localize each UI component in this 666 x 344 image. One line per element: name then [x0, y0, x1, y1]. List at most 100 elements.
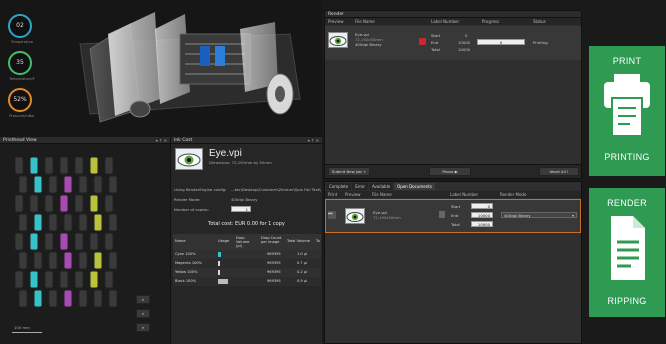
total-volume: 0.7 µl: [297, 261, 308, 265]
zoom-fit-button[interactable]: ⌕: [136, 323, 150, 332]
total-volume: 0.2 µl: [297, 270, 308, 274]
copies-label: Number of copies:: [174, 207, 209, 212]
machine-view: 02 Temperature 35 Temperature/F 52% Pres…: [0, 0, 322, 137]
gauge-value: 02: [16, 22, 24, 29]
drop-count: 969395: [267, 252, 281, 256]
end-label: End: [451, 213, 459, 218]
printhead-module: [78, 251, 88, 270]
zoom-in-button[interactable]: ⌕: [136, 295, 150, 304]
printhead-module: [108, 251, 118, 270]
search-icon: ⌕: [141, 325, 145, 330]
printhead-module: [59, 194, 69, 213]
print-toggle[interactable]: ⏮: [328, 211, 336, 219]
printhead-module: [89, 194, 99, 213]
print-label: PRINT: [612, 56, 642, 66]
printhead-module: [93, 213, 103, 232]
document-tabs: Complete Error Available Open Documents: [326, 183, 436, 190]
pause-button[interactable]: Pause ▶: [429, 167, 471, 176]
tab-available[interactable]: Available: [369, 183, 394, 190]
printhead-module: [74, 194, 84, 213]
printhead-module: [93, 175, 103, 194]
ink-name: Magenta 100%: [175, 261, 203, 265]
total-cost: Total cost: EUR 0.00 for 1 copy: [208, 221, 285, 227]
panel-controls[interactable]: ▾ ↑ ✕: [308, 137, 319, 144]
render-panel: Render Preview File Name Label Number Pr…: [324, 10, 582, 179]
printhead-module: [44, 232, 54, 251]
printhead-module: [59, 270, 69, 289]
printhead-module: [89, 232, 99, 251]
panel-header: Printhead View ▾ ↑ ✕: [0, 137, 170, 144]
start-label: Start: [431, 33, 441, 38]
printhead-module: [74, 232, 84, 251]
copies-input[interactable]: 1: [231, 206, 251, 212]
total-input[interactable]: 10000: [471, 221, 493, 227]
document-row[interactable]: ⏮ Eye.vpi 72,192x50mm Start 0 End 10000 …: [325, 199, 581, 233]
printhead-module: [44, 270, 54, 289]
panel-controls[interactable]: ▾ ↑ ✕: [156, 137, 167, 144]
gauge-label: Temperature: [10, 40, 34, 44]
end-input[interactable]: 10000: [471, 212, 493, 218]
render-button[interactable]: RENDER RIPPING: [589, 188, 665, 317]
progress-bar: 0: [477, 39, 525, 45]
total-volume: 1.0 µl: [297, 252, 308, 256]
printhead-module: [89, 270, 99, 289]
printhead-module: [15, 232, 24, 251]
render-job-row[interactable]: Eye.vpi 72,192x50mm 400dpi Binary Start …: [325, 26, 581, 60]
table-row: Cyan 100% 969395 1.0 µl: [173, 250, 321, 259]
printhead-layout: [15, 157, 118, 308]
column-header: Name: [175, 239, 186, 243]
printhead-module: [78, 175, 88, 194]
document-icon: [611, 216, 645, 280]
table-row: Yellow 100% 969395 0.2 µl: [173, 268, 321, 277]
column-header: Preview: [345, 192, 361, 197]
plus-icon: +: [363, 169, 367, 174]
render-label: RENDER: [607, 198, 647, 208]
printhead-module: [44, 157, 54, 175]
printhead-module: [104, 232, 114, 251]
printhead-module: [29, 232, 39, 251]
abort-label: Abort All: [549, 169, 566, 174]
printhead-module: [48, 175, 58, 194]
eye-thumbnail: [175, 148, 203, 170]
tab-complete[interactable]: Complete: [326, 183, 352, 190]
printhead-module: [15, 270, 24, 289]
zoom-out-button[interactable]: ⌕: [136, 309, 150, 318]
drop-count: 969395: [267, 270, 281, 274]
start-input[interactable]: 0: [471, 203, 493, 209]
printhead-module: [93, 289, 103, 308]
printhead-module: [29, 270, 39, 289]
printhead-module: [63, 289, 73, 308]
ink-name: Cyan 100%: [175, 252, 196, 256]
printhead-module: [18, 213, 28, 232]
printhead-module: [108, 213, 118, 232]
total-label: Total: [451, 222, 460, 227]
total-value: 10000: [458, 47, 471, 52]
submit-new-job-button[interactable]: Submit New Job +: [328, 167, 370, 176]
printhead-module: [48, 213, 58, 232]
play-icon: ▶: [454, 169, 458, 174]
config-label: Using RenderEngine config:: [174, 187, 227, 192]
print-button[interactable]: PRINT PRINTING: [589, 46, 665, 176]
printhead-module: [29, 194, 39, 213]
column-header: Label Number: [431, 19, 460, 24]
drop-count: 969395: [267, 261, 281, 265]
render-mode-select[interactable]: 400dpi Binary ▾: [501, 212, 577, 218]
tab-error[interactable]: Error: [352, 183, 369, 190]
printhead-module: [18, 289, 28, 308]
progress-value: 0: [499, 40, 503, 45]
trash-icon[interactable]: [439, 211, 445, 218]
render-status: RIPPING: [607, 296, 647, 306]
stop-button[interactable]: [419, 38, 426, 45]
panel-title: Render: [325, 11, 581, 18]
documents-panel: Complete Error Available Open Documents Pri…: [324, 181, 582, 344]
column-header: To: [316, 239, 320, 243]
end-value: 10000: [458, 40, 471, 45]
exclamation-icon: !: [566, 169, 569, 174]
abort-all-button[interactable]: Abort All !: [539, 167, 579, 176]
tab-open-documents[interactable]: Open Documents: [394, 183, 435, 190]
panel-title: Printhead View: [3, 138, 37, 143]
printhead-module: [59, 232, 69, 251]
printer-icon: [604, 74, 650, 137]
usage-bar: [218, 279, 228, 284]
column-header: Print: [328, 192, 338, 197]
